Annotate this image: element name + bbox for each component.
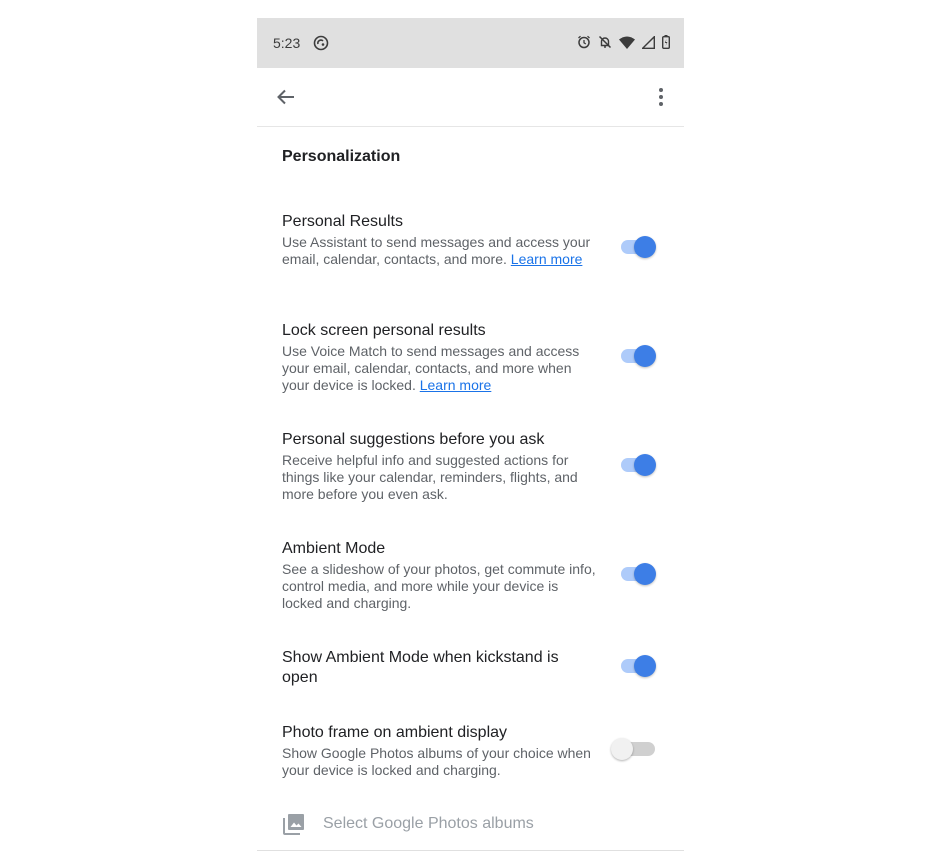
ambient-mode-toggle[interactable] [621, 561, 656, 585]
status-bar: 5:23 [257, 18, 684, 68]
battery-icon [662, 35, 670, 49]
more-vert-icon [654, 88, 668, 112]
status-time: 5:23 [273, 35, 301, 51]
photo-library-icon [282, 812, 306, 836]
setting-title: Show Ambient Mode when kickstand is open [282, 649, 559, 686]
more-options-button[interactable] [654, 86, 668, 108]
lock-screen-personal-results-toggle[interactable] [621, 343, 656, 367]
section-title: Personalization [282, 148, 401, 165]
status-icons [577, 35, 670, 49]
learn-more-link[interactable]: Learn more [420, 377, 492, 393]
setting-description: Show Google Photos albums of your choice… [282, 745, 591, 778]
personal-results-toggle[interactable] [621, 234, 656, 258]
select-albums-label: Select Google Photos albums [323, 815, 534, 832]
back-button[interactable] [275, 86, 297, 108]
setting-description: See a slideshow of your photos, get comm… [282, 561, 596, 611]
setting-description: Use Voice Match to send messages and acc… [282, 343, 580, 393]
setting-title: Personal suggestions before you ask [282, 431, 545, 448]
divider [257, 850, 684, 851]
setting-title: Lock screen personal results [282, 322, 486, 339]
personal-suggestions-toggle[interactable] [621, 452, 656, 476]
setting-title: Personal Results [282, 213, 403, 230]
sync-circle-icon [313, 35, 329, 51]
alarm-icon [577, 35, 591, 49]
app-bar [257, 68, 684, 127]
ambient-kickstand-toggle[interactable] [621, 653, 656, 677]
learn-more-link[interactable]: Learn more [511, 251, 583, 267]
notifications-off-icon [598, 35, 612, 49]
wifi-icon [619, 36, 635, 49]
phone-screen: 5:23 Personalization Personal Results Us… [257, 18, 684, 864]
select-albums-row[interactable]: Select Google Photos albums [282, 808, 534, 840]
signal-icon [642, 35, 655, 49]
arrow-back-icon [275, 89, 297, 112]
setting-description: Receive helpful info and suggested actio… [282, 452, 578, 502]
setting-title: Ambient Mode [282, 540, 386, 557]
setting-description: Use Assistant to send messages and acces… [282, 234, 591, 267]
photo-frame-toggle[interactable] [611, 736, 655, 760]
